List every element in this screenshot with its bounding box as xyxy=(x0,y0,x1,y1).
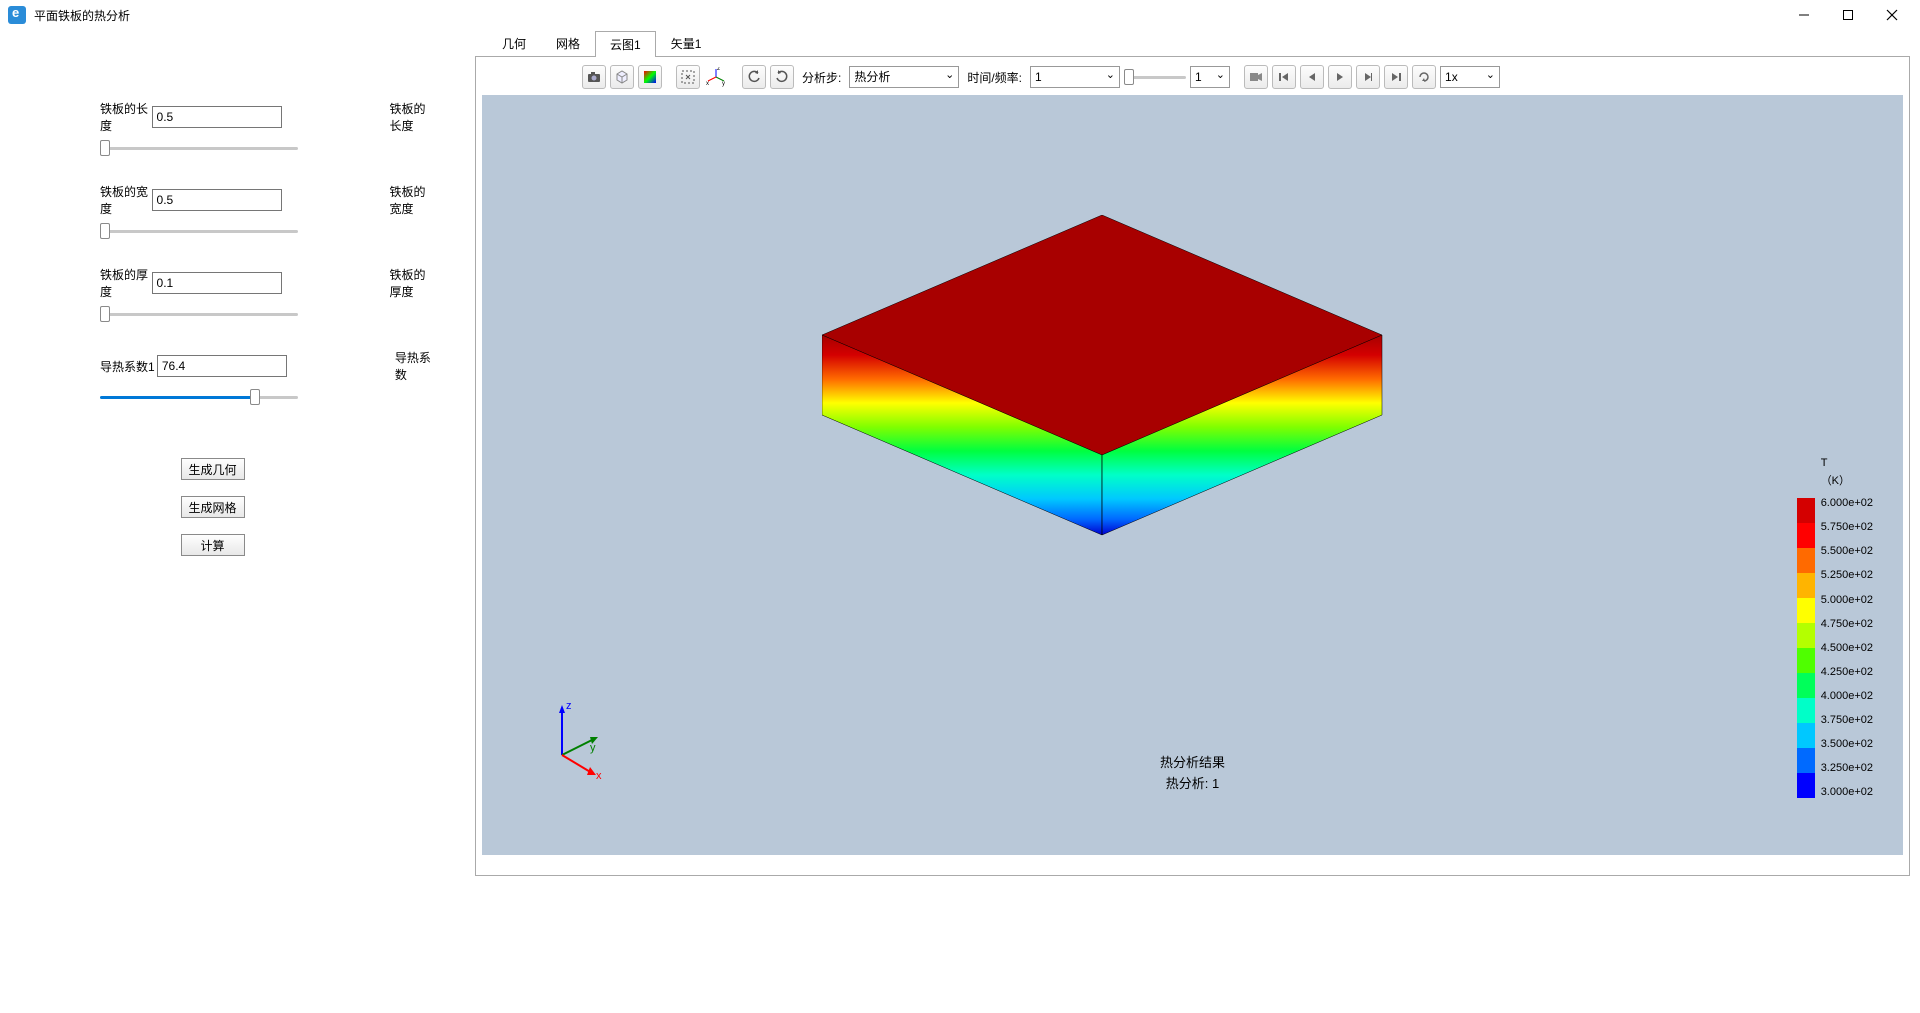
param-input-width[interactable] xyxy=(152,189,282,211)
viewer-frame: z y x 分析步: 热分析 时间/频率: 1 1x xyxy=(475,56,1910,876)
tabs: 几何 网格 云图1 矢量1 xyxy=(475,30,1910,56)
tab-vector[interactable]: 矢量1 xyxy=(656,30,717,56)
record-icon[interactable] xyxy=(1244,65,1268,89)
legend-value: 4.000e+02 xyxy=(1821,691,1873,702)
analysis-step-select[interactable]: 热分析 xyxy=(849,66,959,88)
param-label-length: 铁板的长度 xyxy=(100,100,152,134)
slider-thickness[interactable] xyxy=(100,306,298,322)
slider-conductivity[interactable] xyxy=(100,389,298,405)
legend-value: 5.500e+02 xyxy=(1821,546,1873,557)
legend-value: 4.750e+02 xyxy=(1821,619,1873,630)
colormap-icon[interactable] xyxy=(638,65,662,89)
param-output-width: 铁板的宽度 xyxy=(390,183,435,217)
generate-mesh-button[interactable]: 生成网格 xyxy=(181,496,245,518)
legend-value: 5.000e+02 xyxy=(1821,595,1873,606)
result-title: 热分析结果 热分析: 1 xyxy=(1160,753,1225,795)
legend-value: 3.250e+02 xyxy=(1821,763,1873,774)
time-freq-select[interactable]: 1 xyxy=(1030,66,1120,88)
svg-text:z: z xyxy=(566,700,572,712)
svg-text:y: y xyxy=(590,742,596,754)
content-area: 几何 网格 云图1 矢量1 z y x 分析步: 热分析 时间/频率: 1 xyxy=(475,30,1920,1013)
plate-model xyxy=(822,215,1402,615)
prev-frame-icon[interactable] xyxy=(1300,65,1324,89)
frame-spin[interactable] xyxy=(1190,66,1230,88)
title-bar: 平面铁板的热分析 xyxy=(0,0,1920,30)
svg-text:x: x xyxy=(706,81,709,87)
camera-icon[interactable] xyxy=(582,65,606,89)
axes-triad: z y x xyxy=(532,695,622,785)
legend-value: 4.250e+02 xyxy=(1821,667,1873,678)
tab-contour[interactable]: 云图1 xyxy=(595,31,656,57)
rotate-ccw-icon[interactable] xyxy=(742,65,766,89)
param-output-conductivity: 导热系数 xyxy=(395,349,435,383)
color-legend: T （K） 6.000e+025.750e+025.500e+025.250e+… xyxy=(1797,455,1873,798)
rotate-cw-icon[interactable] xyxy=(770,65,794,89)
legend-value: 6.000e+02 xyxy=(1821,498,1873,509)
fit-view-icon[interactable] xyxy=(676,65,700,89)
param-label-thickness: 铁板的厚度 xyxy=(100,266,152,300)
minimize-button[interactable] xyxy=(1794,5,1814,25)
window-title: 平面铁板的热分析 xyxy=(34,7,130,24)
svg-text:y: y xyxy=(722,81,725,87)
param-input-conductivity[interactable] xyxy=(157,355,287,377)
param-input-length[interactable] xyxy=(152,106,282,128)
legend-value: 4.500e+02 xyxy=(1821,643,1873,654)
legend-value: 5.250e+02 xyxy=(1821,570,1873,581)
param-label-width: 铁板的宽度 xyxy=(100,183,152,217)
last-frame-icon[interactable] xyxy=(1384,65,1408,89)
legend-value: 3.000e+02 xyxy=(1821,787,1873,798)
loop-icon[interactable] xyxy=(1412,65,1436,89)
view-cube-icon[interactable] xyxy=(610,65,634,89)
play-icon[interactable] xyxy=(1328,65,1352,89)
param-output-length: 铁板的长度 xyxy=(390,100,435,134)
sidebar: 铁板的长度 铁板的长度 铁板的宽度 铁板的宽度 铁板的厚度 铁板的厚度 导热系数… xyxy=(0,30,475,1013)
axes-icon[interactable]: z y x xyxy=(704,65,728,89)
slider-length[interactable] xyxy=(100,140,298,156)
svg-text:x: x xyxy=(596,770,602,782)
app-icon xyxy=(8,6,26,24)
time-slider[interactable] xyxy=(1124,69,1186,85)
param-label-conductivity: 导热系数1 xyxy=(100,358,157,375)
close-button[interactable] xyxy=(1882,5,1902,25)
analysis-step-label: 分析步: xyxy=(798,69,845,86)
legend-value: 3.750e+02 xyxy=(1821,715,1873,726)
viewer-toolbar: z y x 分析步: 热分析 时间/频率: 1 1x xyxy=(482,63,1903,95)
tab-mesh[interactable]: 网格 xyxy=(541,30,595,56)
time-freq-label: 时间/频率: xyxy=(963,69,1026,86)
maximize-button[interactable] xyxy=(1838,5,1858,25)
next-frame-icon[interactable] xyxy=(1356,65,1380,89)
tab-geometry[interactable]: 几何 xyxy=(487,30,541,56)
legend-value: 3.500e+02 xyxy=(1821,739,1873,750)
param-input-thickness[interactable] xyxy=(152,272,282,294)
playback-rate-select[interactable]: 1x xyxy=(1440,66,1500,88)
slider-width[interactable] xyxy=(100,223,298,239)
param-output-thickness: 铁板的厚度 xyxy=(390,266,435,300)
solve-button[interactable]: 计算 xyxy=(181,534,245,556)
viewport-3d[interactable]: z y x 热分析结果 热分析: 1 T （K） xyxy=(482,95,1903,855)
first-frame-icon[interactable] xyxy=(1272,65,1296,89)
svg-text:z: z xyxy=(717,67,720,72)
generate-geometry-button[interactable]: 生成几何 xyxy=(181,458,245,480)
legend-value: 5.750e+02 xyxy=(1821,522,1873,533)
